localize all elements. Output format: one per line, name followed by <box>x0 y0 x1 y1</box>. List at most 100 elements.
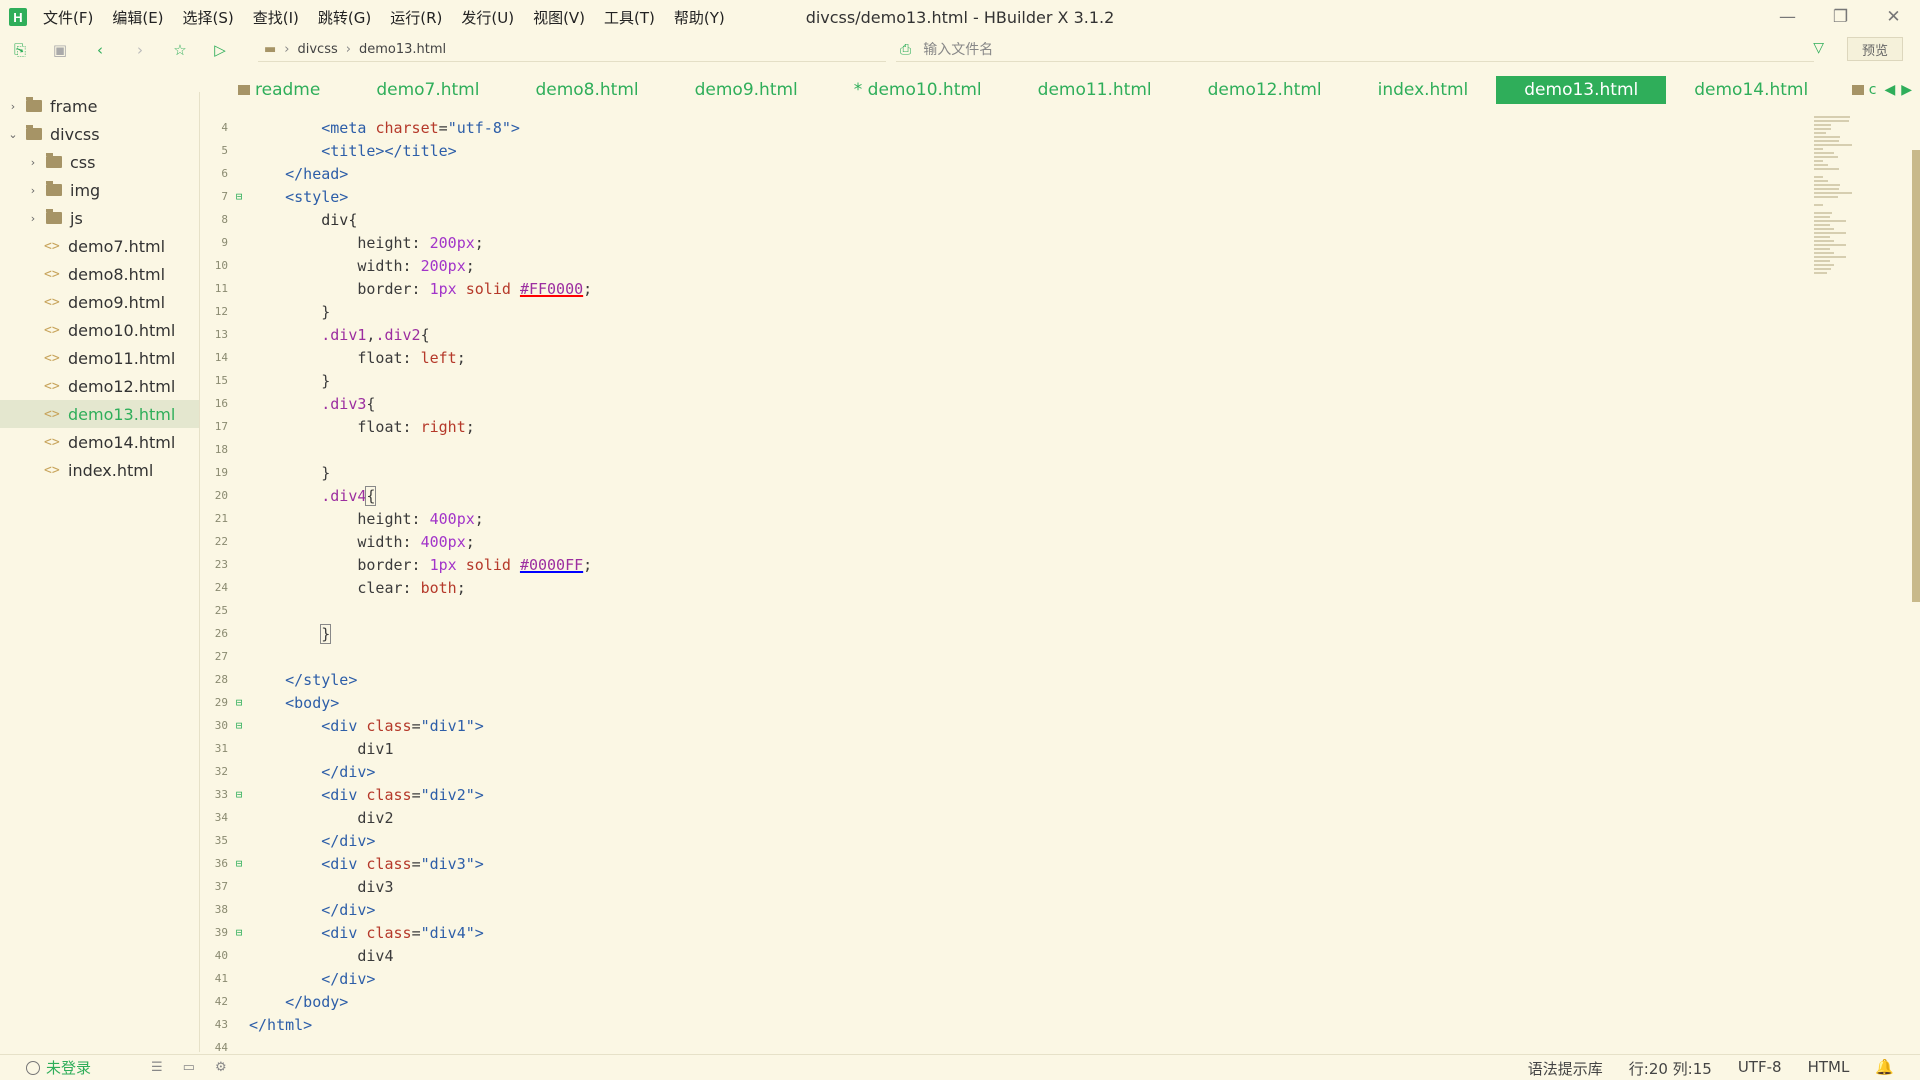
code-line[interactable]: 33 ⊟ <div class="div2"> <box>200 783 1810 806</box>
editor-tab[interactable]: demo14.html <box>1666 76 1836 104</box>
code-line[interactable]: 8 div{ <box>200 208 1810 231</box>
plugin-icon[interactable]: ⚙ <box>215 1060 227 1075</box>
code-line[interactable]: 40 div4 <box>200 944 1810 967</box>
menu-item[interactable]: 运行(R) <box>390 7 442 28</box>
code-line[interactable]: 16 .div3{ <box>200 392 1810 415</box>
code-line[interactable]: 37 div3 <box>200 875 1810 898</box>
tree-folder[interactable]: ⌄ divcss <box>0 120 199 148</box>
code-line[interactable]: 34 div2 <box>200 806 1810 829</box>
outline-icon[interactable]: ☰ <box>151 1060 163 1075</box>
menu-item[interactable]: 工具(T) <box>604 7 655 28</box>
code-line[interactable]: 20 .div4{ <box>200 484 1810 507</box>
code-line[interactable]: 29 ⊟ <body> <box>200 691 1810 714</box>
code-line[interactable]: 7 ⊟ <style> <box>200 185 1810 208</box>
code-line[interactable]: 32 </div> <box>200 760 1810 783</box>
code-line[interactable]: 6 </head> <box>200 162 1810 185</box>
tree-file[interactable]: <> demo10.html <box>0 316 199 344</box>
code-line[interactable]: 42 </body> <box>200 990 1810 1013</box>
code-line[interactable]: 17 float: right; <box>200 415 1810 438</box>
code-line[interactable]: 25 <box>200 599 1810 622</box>
menu-item[interactable]: 发行(U) <box>461 7 514 28</box>
code-line[interactable]: 38 </div> <box>200 898 1810 921</box>
breadcrumb-item-file[interactable]: demo13.html <box>359 42 446 57</box>
menu-item[interactable]: 视图(V) <box>533 7 585 28</box>
console-icon[interactable]: ▭ <box>183 1060 195 1075</box>
login-status[interactable]: 未登录 <box>26 1057 91 1078</box>
code-line[interactable]: 31 div1 <box>200 737 1810 760</box>
code-line[interactable]: 15 } <box>200 369 1810 392</box>
cursor-position[interactable]: 行:20 列:15 <box>1629 1058 1712 1079</box>
code-line[interactable]: 26 } <box>200 622 1810 645</box>
tree-file[interactable]: <> demo8.html <box>0 260 199 288</box>
editor-scrollbar[interactable] <box>1912 150 1920 602</box>
code-line[interactable]: 24 clear: both; <box>200 576 1810 599</box>
editor-tab[interactable]: demo13.html <box>1496 76 1667 104</box>
breadcrumb-item-folder[interactable]: divcss <box>298 42 338 57</box>
editor-tab[interactable]: demo11.html <box>1010 76 1180 104</box>
editor-tab[interactable]: * demo10.html <box>826 76 1010 104</box>
save-icon[interactable]: ▣ <box>51 41 69 59</box>
chevron-right-icon[interactable]: › <box>26 156 40 169</box>
restore-icon[interactable]: ❐ <box>1814 0 1867 34</box>
code-line[interactable]: 35 </div> <box>200 829 1810 852</box>
chevron-right-icon[interactable]: › <box>26 212 40 225</box>
editor-tab[interactable]: demo9.html <box>667 76 826 104</box>
code-editor[interactable]: 4 <meta charset="utf-8"> 5 <title></title… <box>200 116 1810 1055</box>
code-line[interactable]: 22 width: 400px; <box>200 530 1810 553</box>
tree-folder[interactable]: › img <box>0 176 199 204</box>
code-line[interactable]: 39 ⊟ <div class="div4"> <box>200 921 1810 944</box>
tree-file[interactable]: <> demo13.html <box>0 400 199 428</box>
editor-tab[interactable]: demo7.html <box>348 76 507 104</box>
code-line[interactable]: 41 </div> <box>200 967 1810 990</box>
back-icon[interactable]: ‹ <box>91 41 109 59</box>
code-line[interactable]: 4 <meta charset="utf-8"> <box>200 116 1810 139</box>
scroll-left-icon[interactable]: ◀ <box>1884 82 1895 98</box>
fold-toggle-icon[interactable]: ⊟ <box>233 926 245 939</box>
code-line[interactable]: 19 } <box>200 461 1810 484</box>
fold-toggle-icon[interactable]: ⊟ <box>233 857 245 870</box>
overflow-tab-label[interactable]: c <box>1869 82 1877 98</box>
menu-item[interactable]: 查找(I) <box>253 7 299 28</box>
fold-toggle-icon[interactable]: ⊟ <box>233 696 245 709</box>
file-search-input[interactable] <box>923 41 1724 58</box>
editor-tab[interactable]: demo8.html <box>507 76 666 104</box>
menu-item[interactable]: 帮助(Y) <box>674 7 725 28</box>
new-file-icon[interactable]: ⎘ <box>11 41 29 59</box>
tree-file[interactable]: <> demo11.html <box>0 344 199 372</box>
code-line[interactable]: 36 ⊟ <div class="div3"> <box>200 852 1810 875</box>
tree-file[interactable]: <> demo7.html <box>0 232 199 260</box>
code-line[interactable]: 11 border: 1px solid #FF0000; <box>200 277 1810 300</box>
tree-file[interactable]: <> index.html <box>0 456 199 484</box>
code-line[interactable]: 14 float: left; <box>200 346 1810 369</box>
editor-tab[interactable]: readme <box>200 76 348 104</box>
favorite-star-icon[interactable]: ☆ <box>171 41 189 59</box>
code-line[interactable]: 23 border: 1px solid #0000FF; <box>200 553 1810 576</box>
chevron-right-icon[interactable]: › <box>6 100 20 113</box>
filter-icon[interactable]: ▽ <box>1813 40 1824 56</box>
language-mode[interactable]: HTML <box>1808 1058 1850 1079</box>
code-line[interactable]: 27 <box>200 645 1810 668</box>
code-line[interactable]: 10 width: 200px; <box>200 254 1810 277</box>
code-line[interactable]: 30 ⊟ <div class="div1"> <box>200 714 1810 737</box>
menu-item[interactable]: 跳转(G) <box>318 7 371 28</box>
fold-toggle-icon[interactable]: ⊟ <box>233 719 245 732</box>
editor-tab[interactable]: demo12.html <box>1180 76 1350 104</box>
minimize-icon[interactable]: — <box>1761 0 1814 34</box>
fold-toggle-icon[interactable]: ⊟ <box>233 190 245 203</box>
tree-file[interactable]: <> demo9.html <box>0 288 199 316</box>
code-line[interactable]: 13 .div1,.div2{ <box>200 323 1810 346</box>
run-icon[interactable]: ▷ <box>211 41 229 59</box>
tree-folder[interactable]: › js <box>0 204 199 232</box>
minimap[interactable] <box>1812 114 1912 274</box>
scroll-right-icon[interactable]: ▶ <box>1901 82 1912 98</box>
code-line[interactable]: 28 </style> <box>200 668 1810 691</box>
tree-file[interactable]: <> demo12.html <box>0 372 199 400</box>
code-line[interactable]: 5 <title></title> <box>200 139 1810 162</box>
close-icon[interactable]: ✕ <box>1867 0 1920 34</box>
tree-folder[interactable]: › css <box>0 148 199 176</box>
fold-toggle-icon[interactable]: ⊟ <box>233 788 245 801</box>
notification-bell-icon[interactable]: 🔔 <box>1875 1058 1894 1079</box>
encoding[interactable]: UTF-8 <box>1738 1058 1782 1079</box>
chevron-right-icon[interactable]: › <box>26 184 40 197</box>
menu-item[interactable]: 选择(S) <box>183 7 234 28</box>
